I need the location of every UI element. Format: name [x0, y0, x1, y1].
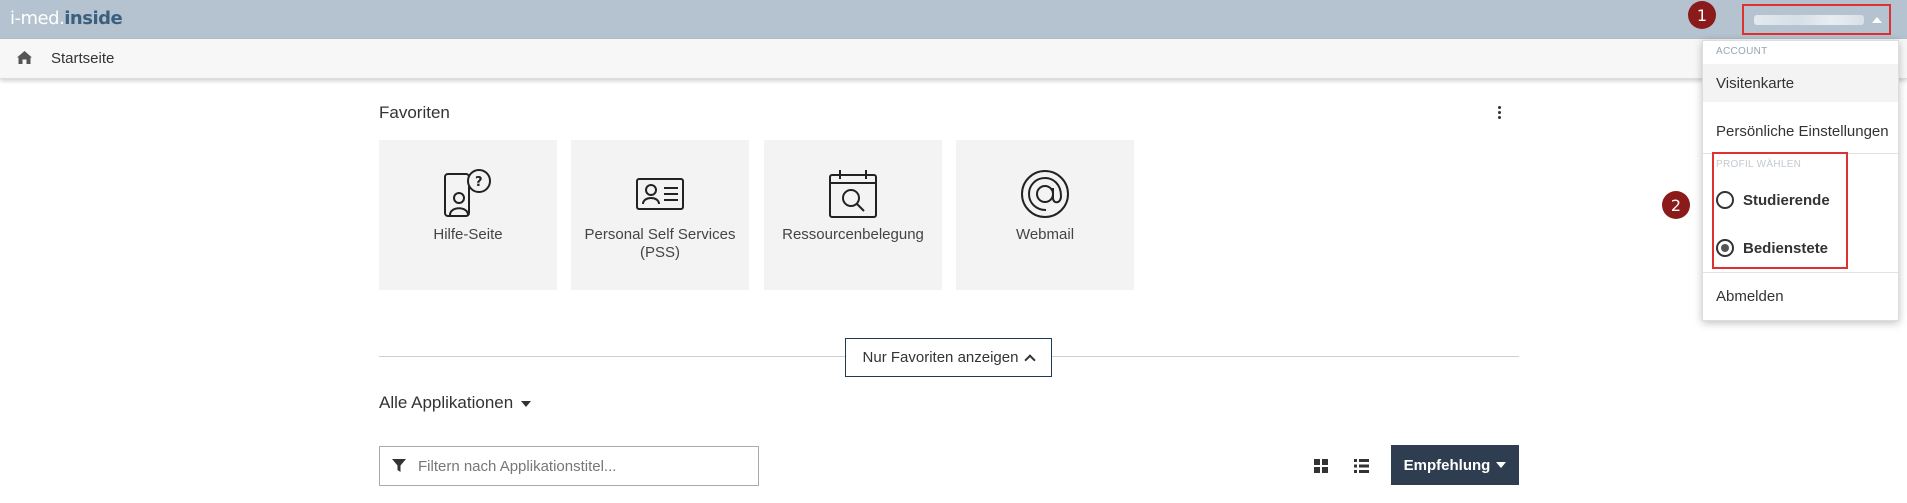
tile-webmail[interactable]: Webmail — [956, 140, 1134, 290]
callout-badge-1: 1 — [1688, 1, 1716, 29]
caret-up-icon — [1872, 16, 1882, 23]
divider-right — [1052, 356, 1519, 357]
favorites-title: Favoriten — [379, 103, 450, 122]
at-sign-icon — [1021, 170, 1069, 218]
blurred-username — [1754, 14, 1864, 25]
logo-text-primary: i-med. — [10, 8, 65, 29]
callout-badge-2: 2 — [1662, 191, 1690, 219]
svg-text:?: ? — [475, 175, 483, 190]
account-section-header: ACCOUNT — [1716, 46, 1768, 57]
user-menu-button[interactable] — [1742, 4, 1891, 35]
menu-item-personal-settings[interactable]: Persönliche Einstellungen — [1703, 112, 1898, 150]
help-person-icon: ? — [444, 169, 491, 217]
tile-ressourcenbelegung[interactable]: Ressourcenbelegung — [764, 140, 942, 290]
all-apps-dropdown[interactable]: Alle Applikationen — [379, 393, 532, 413]
breadcrumb-home-link[interactable]: Startseite — [51, 50, 114, 67]
menu-item-visitenkarte[interactable]: Visitenkarte — [1703, 64, 1898, 102]
tile-label: Hilfe-Seite — [433, 226, 503, 243]
menu-divider — [1703, 272, 1898, 273]
toggle-label: Nur Favoriten anzeigen — [862, 349, 1019, 366]
profile-highlight-box — [1712, 152, 1848, 269]
calendar-search-icon — [829, 170, 877, 218]
home-icon[interactable] — [16, 50, 33, 65]
breadcrumb: Startseite — [0, 39, 1907, 79]
app-filter-field[interactable] — [379, 446, 759, 486]
sort-label: Empfehlung — [1403, 456, 1491, 474]
divider-left — [379, 356, 845, 357]
tile-label: Webmail — [1015, 226, 1075, 243]
id-card-icon — [636, 178, 684, 210]
tile-label: Ressourcenbelegung — [782, 226, 924, 243]
tile-hilfe-seite[interactable]: ? Hilfe-Seite — [379, 140, 557, 290]
show-favorites-only-button[interactable]: Nur Favoriten anzeigen — [845, 338, 1052, 377]
app-logo[interactable]: i-med.inside — [10, 8, 123, 29]
list-view-icon[interactable] — [1354, 459, 1369, 473]
chevron-up-icon — [1024, 353, 1037, 366]
filter-icon — [392, 459, 406, 472]
caret-down-icon — [521, 400, 532, 407]
grid-view-icon[interactable] — [1314, 459, 1328, 473]
tile-label: Personal Self Services (PSS) — [584, 226, 736, 261]
tile-pss[interactable]: Personal Self Services (PSS) — [571, 140, 749, 290]
more-options-icon[interactable] — [1496, 106, 1502, 119]
menu-item-logout[interactable]: Abmelden — [1703, 277, 1898, 315]
filter-input[interactable] — [418, 457, 738, 475]
caret-down-icon — [1496, 462, 1507, 468]
top-bar: i-med.inside 1 — [0, 0, 1907, 39]
sort-recommendation-button[interactable]: Empfehlung — [1391, 445, 1519, 485]
logo-text-secondary: inside — [64, 8, 123, 29]
all-apps-title: Alle Applikationen — [379, 393, 514, 412]
